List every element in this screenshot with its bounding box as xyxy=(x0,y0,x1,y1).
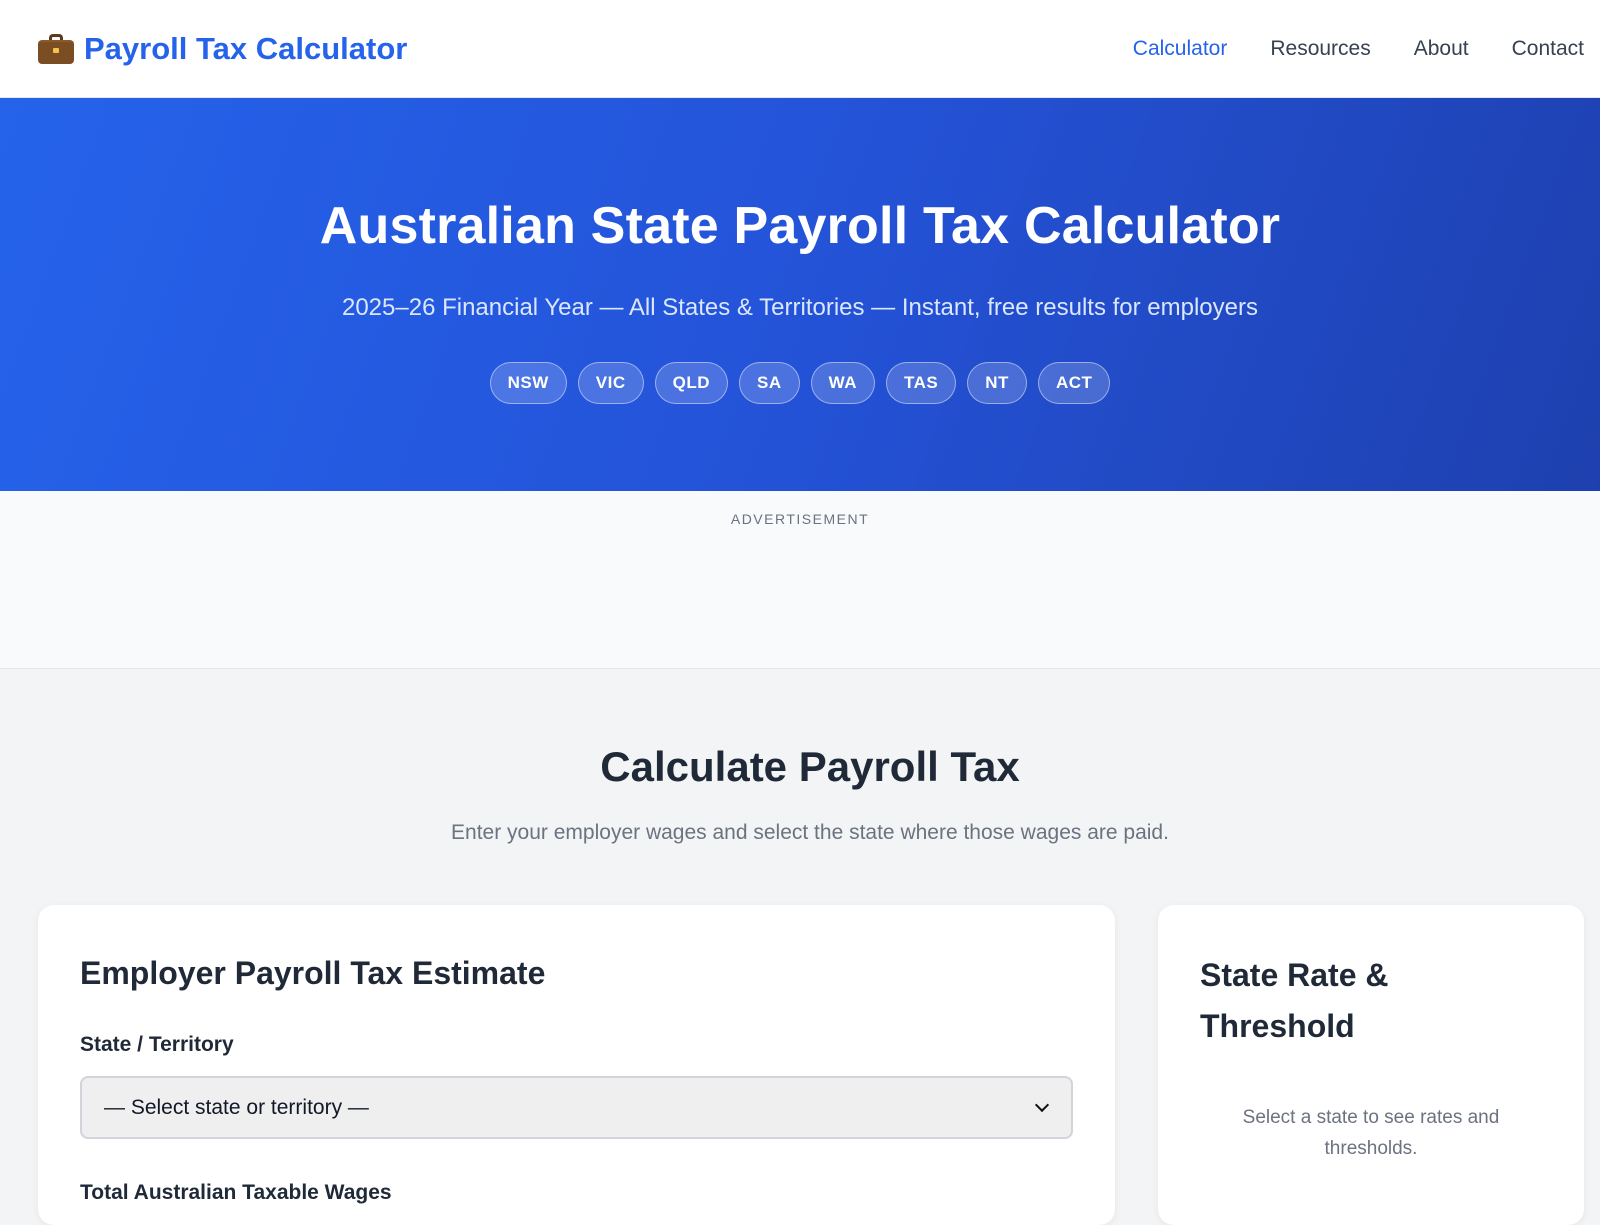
rate-threshold-card: State Rate & Threshold Select a state to… xyxy=(1158,905,1584,1225)
nav-calculator[interactable]: Calculator xyxy=(1133,37,1228,61)
state-pill-qld[interactable]: QLD xyxy=(654,362,728,404)
rate-threshold-heading: State Rate & Threshold xyxy=(1200,957,1389,1044)
rate-threshold-hint: Select a state to see rates and threshol… xyxy=(1242,1107,1500,1159)
state-pill-sa[interactable]: SA xyxy=(739,362,800,404)
nav-resources[interactable]: Resources xyxy=(1270,37,1370,61)
main-nav: Calculator Resources About Contact xyxy=(1133,37,1584,61)
nav-contact[interactable]: Contact xyxy=(1512,37,1584,61)
briefcase-icon xyxy=(38,33,74,64)
state-pill-act[interactable]: ACT xyxy=(1037,362,1111,404)
brand-link[interactable]: Payroll Tax Calculator xyxy=(38,31,407,67)
chevron-down-icon xyxy=(1034,1097,1050,1112)
hero-title: Australian State Payroll Tax Calculator xyxy=(319,197,1281,255)
state-label: State / Territory xyxy=(80,1033,234,1056)
state-pill-nt[interactable]: NT xyxy=(967,362,1027,404)
hero-subtitle: 2025–26 Financial Year — All States & Te… xyxy=(341,294,1258,321)
state-pills: NSW VIC QLD SA WA TAS NT ACT xyxy=(0,362,1600,404)
state-pill-tas[interactable]: TAS xyxy=(886,362,957,404)
state-select[interactable]: — Select state or territory — xyxy=(80,1076,1073,1139)
advertisement-label: ADVERTISEMENT xyxy=(730,511,870,527)
section-title: Calculate Payroll Tax xyxy=(600,743,1020,790)
estimate-heading: Employer Payroll Tax Estimate xyxy=(80,955,546,991)
wages-label: Total Australian Taxable Wages xyxy=(80,1181,392,1204)
site-header: Payroll Tax Calculator Calculator Resour… xyxy=(0,0,1600,98)
hero-banner: Australian State Payroll Tax Calculator … xyxy=(0,98,1600,491)
advertisement-slot: ADVERTISEMENT xyxy=(0,491,1600,669)
brand-title: Payroll Tax Calculator xyxy=(84,30,408,66)
nav-about[interactable]: About xyxy=(1414,37,1469,61)
state-pill-vic[interactable]: VIC xyxy=(577,362,644,404)
estimate-card: Employer Payroll Tax Estimate State / Te… xyxy=(38,905,1115,1225)
state-select-value: — Select state or territory — xyxy=(104,1095,369,1119)
section-subtitle: Enter your employer wages and select the… xyxy=(451,821,1169,844)
state-pill-wa[interactable]: WA xyxy=(810,362,876,404)
state-pill-nsw[interactable]: NSW xyxy=(489,362,567,404)
